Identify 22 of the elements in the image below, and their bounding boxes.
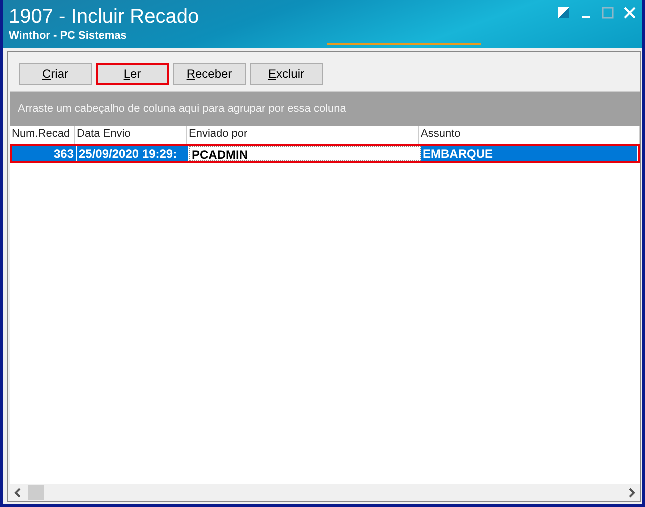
column-header[interactable]: Assunto — [419, 126, 640, 144]
toolbar-button[interactable]: Receber — [173, 63, 246, 85]
table-cell: 363 — [12, 146, 77, 161]
scroll-left-icon[interactable] — [14, 488, 22, 498]
horizontal-scrollbar[interactable] — [10, 484, 640, 501]
theme-toggle-icon[interactable] — [558, 7, 570, 19]
table-cell: 25/09/2020 19:29: — [77, 146, 189, 161]
table-row[interactable]: 363 25/09/2020 19:29: PCADMIN EMBARQUE — [10, 144, 640, 163]
column-header[interactable]: Num.Recad — [10, 126, 75, 144]
toolbar-button[interactable]: Criar — [19, 63, 92, 85]
scrollbar-thumb[interactable] — [28, 485, 44, 500]
toolbar-button[interactable]: Excluir — [250, 63, 323, 85]
window-title: 1907 - Incluir Recado — [9, 6, 200, 28]
group-by-bar: Arraste um cabeçalho de coluna aqui para agrupar por essa coluna — [10, 92, 640, 126]
close-icon[interactable] — [624, 7, 636, 19]
toolbar-button[interactable]: Ler — [96, 63, 169, 85]
scroll-right-icon[interactable] — [628, 488, 636, 498]
table-cell: EMBARQUE — [421, 146, 638, 161]
column-header[interactable]: Enviado por — [187, 126, 419, 144]
window-subtitle: Winthor - PC Sistemas — [9, 30, 128, 42]
table-cell: PCADMIN — [189, 146, 421, 161]
column-header[interactable]: Data Envio — [75, 126, 187, 144]
